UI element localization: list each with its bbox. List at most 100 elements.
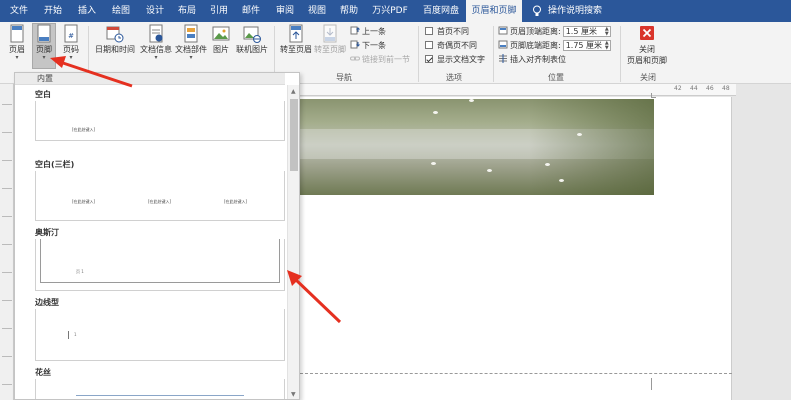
tab-view[interactable]: 视图 [302, 0, 332, 22]
link-icon [350, 56, 360, 61]
show-document-text-checkbox[interactable]: 显示文档文字 [425, 54, 485, 66]
tab-home[interactable]: 开始 [38, 0, 68, 22]
footer-option-sideline[interactable]: 1 [35, 309, 285, 361]
link-to-previous-button[interactable]: 链接到前一节 [350, 54, 410, 66]
tell-me-search[interactable]: 操作说明搜索 [532, 0, 604, 22]
picture-button[interactable]: 图片 [209, 24, 233, 68]
odd-even-pages-label: 奇偶页不同 [437, 41, 477, 50]
footer-option-blank-three-column[interactable]: [在此处键入] [在此处键入] [在此处键入] [35, 171, 285, 221]
go-to-footer-icon [323, 24, 337, 43]
header-picture[interactable] [299, 99, 654, 195]
calendar-clock-icon [106, 26, 124, 43]
odd-even-pages-check[interactable] [425, 41, 433, 49]
tab-review[interactable]: 审阅 [270, 0, 300, 22]
ruler-tick [2, 188, 12, 189]
document-info-label: 文档信息 [140, 45, 172, 54]
page-number-icon: # [64, 24, 78, 43]
page-number-button[interactable]: # 页码 ▾ [59, 24, 83, 68]
tab-help[interactable]: 帮助 [334, 0, 364, 22]
next-section-button[interactable]: 下一条 [350, 40, 386, 52]
thumbnail-placeholder-text: [在此处键入] [224, 199, 248, 204]
position-group-label: 位置 [548, 73, 564, 82]
document-parts-label: 文档部件 [175, 45, 207, 54]
footer-option-austin[interactable]: 页 1 [35, 239, 285, 291]
header-top-distance-value: 1.5 厘米 [565, 27, 597, 36]
scrollbar-thumb[interactable] [290, 99, 298, 171]
different-first-page-check[interactable] [425, 27, 433, 35]
tab-insert[interactable]: 插入 [72, 0, 102, 22]
document-parts-button[interactable]: 文档部件 ▾ [173, 24, 209, 68]
thumbnail-page-sample: 1 [74, 332, 77, 337]
footer-button[interactable]: 页脚 ▾ [32, 23, 56, 69]
go-to-footer-button[interactable]: 转至页脚 [312, 24, 348, 68]
tab-mailings[interactable]: 邮件 [236, 0, 266, 22]
previous-section-button[interactable]: 上一条 [350, 26, 386, 38]
tab-references[interactable]: 引用 [204, 0, 234, 22]
date-time-button[interactable]: 日期和时间 [92, 24, 138, 68]
spin-arrows-icon[interactable]: ▲ ▼ [605, 41, 609, 51]
ruler-tick [2, 384, 12, 385]
footer-option-blank[interactable]: [在此处键入] [35, 101, 285, 141]
spin-arrows-icon[interactable]: ▲ ▼ [605, 27, 609, 37]
ruler-tick [2, 160, 12, 161]
previous-icon [350, 26, 360, 35]
ruler-tick [2, 272, 12, 273]
page-number-label: 页码 [63, 45, 79, 54]
page-margin-marker [651, 378, 656, 390]
ruler-tick [2, 244, 12, 245]
scroll-down-icon[interactable]: ▼ [291, 391, 296, 398]
page-number-caret-icon: ▾ [69, 54, 73, 61]
tab-header-footer[interactable]: 页眉和页脚 [466, 0, 522, 22]
online-pictures-button[interactable]: 联机图片 [234, 24, 270, 68]
gallery-section-title: 边线型 [35, 298, 59, 307]
document-info-button[interactable]: 文档信息 ▾ [138, 24, 174, 68]
page-margin-marker [651, 93, 656, 98]
tab-layout[interactable]: 布局 [172, 0, 202, 22]
go-to-header-button[interactable]: 转至页眉 [278, 24, 314, 68]
tell-me-label: 操作说明搜索 [547, 6, 602, 16]
navigation-group-label: 导航 [336, 73, 352, 82]
gallery-scrollbar[interactable]: ▲ ▼ [287, 85, 299, 399]
tab-file[interactable]: 文件 [4, 0, 34, 22]
insert-alignment-tab-button[interactable]: 插入对齐制表位 [498, 54, 566, 66]
tab-wondershare-pdf[interactable]: 万兴PDF [368, 0, 412, 22]
header-button[interactable]: 页眉 ▾ [5, 24, 29, 68]
footer-bottom-distance-input[interactable]: 1.75 厘米 ▲ ▼ [562, 40, 611, 51]
date-time-label: 日期和时间 [95, 45, 135, 54]
go-to-header-label: 转至页眉 [280, 45, 312, 54]
go-to-header-icon [289, 24, 303, 43]
header-top-distance: 页眉顶端距离: 1.5 厘米 ▲ ▼ [498, 26, 611, 38]
footer-icon [37, 24, 51, 43]
svg-text:#: # [68, 32, 74, 40]
close-group-label: 关闭 [640, 73, 656, 82]
document-info-caret-icon: ▾ [154, 54, 158, 61]
document-info-icon [149, 24, 163, 43]
header-top-distance-input[interactable]: 1.5 厘米 ▲ ▼ [562, 26, 611, 37]
tab-design[interactable]: 设计 [140, 0, 170, 22]
ruler-number: 42 [674, 85, 682, 92]
document-parts-caret-icon: ▾ [189, 54, 193, 61]
show-document-text-check[interactable] [425, 55, 433, 63]
egret-bird [487, 169, 492, 172]
options-group-label: 选项 [446, 73, 462, 82]
thumbnail-page-sample: 页 1 [76, 269, 84, 274]
header-top-distance-label: 页眉顶端距离: [510, 27, 561, 36]
tab-baidu-netdisk[interactable]: 百度网盘 [416, 0, 466, 22]
footer-bottom-distance-label: 页脚底端距离: [510, 41, 561, 50]
footer-bottom-distance: 页脚底端距离: 1.75 厘米 ▲ ▼ [498, 40, 611, 52]
horizontal-ruler: 42 44 46 48 [296, 84, 736, 96]
odd-even-pages-checkbox[interactable]: 奇偶页不同 [425, 40, 477, 52]
footer-distance-icon [498, 40, 508, 49]
tab-draw[interactable]: 绘图 [106, 0, 136, 22]
scroll-up-icon[interactable]: ▲ [291, 88, 296, 95]
next-label: 下一条 [362, 41, 386, 50]
close-header-footer-button[interactable]: 关闭 页眉和页脚 [624, 24, 670, 70]
gallery-section-title: 花丝 [35, 368, 51, 377]
next-icon [350, 40, 360, 49]
different-first-page-checkbox[interactable]: 首页不同 [425, 26, 469, 38]
gallery-section-title: 空白(三栏) [35, 160, 75, 169]
footer-caret-icon: ▾ [42, 54, 46, 61]
ruler-tick [2, 216, 12, 217]
gallery-section-title: 空白 [35, 90, 51, 99]
footer-option-filigree[interactable] [35, 379, 285, 399]
